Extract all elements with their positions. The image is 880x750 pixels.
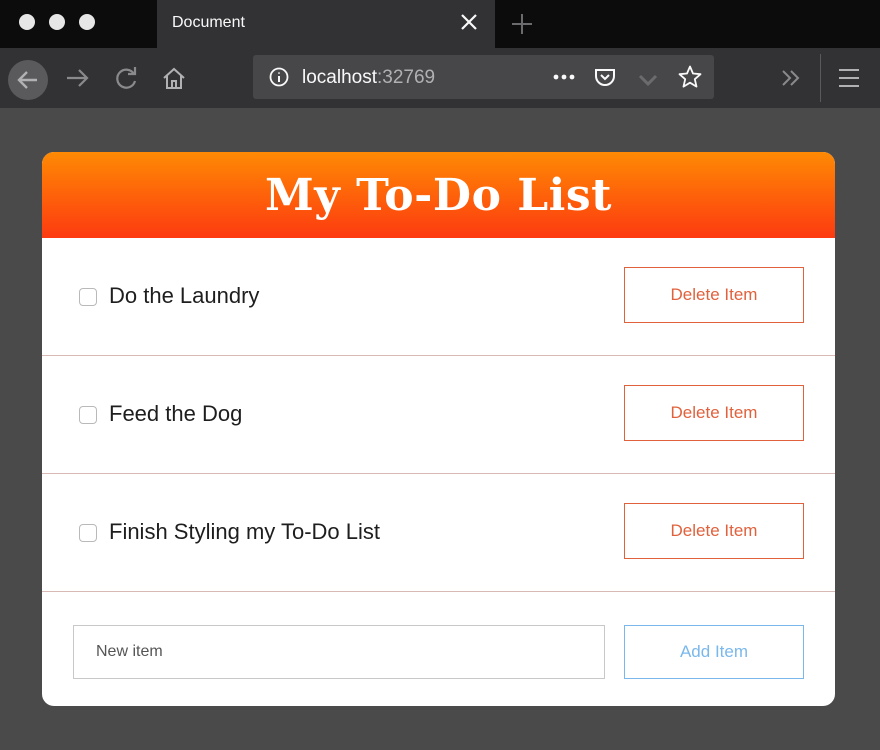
window-zoom-dot[interactable] (79, 14, 95, 30)
tab-document[interactable]: Document (157, 0, 495, 48)
window-close-dot[interactable] (19, 14, 35, 30)
todo-item: Finish Styling my To-Do List Delete Item (42, 474, 835, 592)
url-port: :32769 (377, 67, 436, 88)
toolbar-divider (820, 54, 821, 102)
forward-arrow-icon[interactable] (62, 62, 98, 98)
todo-item: Do the Laundry Delete Item (42, 238, 835, 356)
delete-item-button[interactable]: Delete Item (624, 267, 804, 323)
info-icon[interactable] (268, 66, 290, 93)
ellipsis-icon[interactable] (551, 66, 577, 93)
home-icon[interactable] (158, 62, 194, 98)
page-title: My To-Do List (265, 169, 612, 221)
add-item-row: Add Item (42, 592, 835, 706)
window-minimize-dot[interactable] (49, 14, 65, 30)
todo-checkbox[interactable] (79, 288, 97, 306)
delete-item-button[interactable]: Delete Item (624, 503, 804, 559)
todo-checkbox[interactable] (79, 406, 97, 424)
hamburger-menu-icon[interactable] (836, 65, 862, 96)
tab-title: Document (172, 14, 245, 31)
chevron-down-icon[interactable] (637, 72, 659, 93)
delete-item-button[interactable]: Delete Item (624, 385, 804, 441)
todo-card: My To-Do List Do the Laundry Delete Item… (42, 152, 835, 706)
pocket-icon[interactable] (593, 65, 617, 94)
url-text: localhost:32769 (302, 67, 435, 89)
address-bar[interactable]: localhost:32769 (253, 55, 714, 99)
add-item-button[interactable]: Add Item (624, 625, 804, 679)
url-host: localhost (302, 67, 377, 88)
tab-strip: Document (0, 0, 880, 48)
close-icon[interactable] (457, 10, 481, 34)
plus-icon[interactable] (508, 10, 536, 38)
back-arrow-icon[interactable] (8, 60, 48, 100)
double-chevron-icon[interactable] (778, 66, 804, 95)
todo-header: My To-Do List (42, 152, 835, 238)
star-icon[interactable] (677, 64, 703, 95)
todo-label: Finish Styling my To-Do List (109, 519, 381, 544)
todo-label: Feed the Dog (109, 401, 243, 426)
new-item-input[interactable] (73, 625, 605, 679)
todo-item: Feed the Dog Delete Item (42, 356, 835, 474)
reload-icon[interactable] (110, 62, 146, 98)
navigation-toolbar: localhost:32769 (0, 48, 880, 108)
todo-checkbox[interactable] (79, 524, 97, 542)
todo-label: Do the Laundry (109, 283, 260, 308)
